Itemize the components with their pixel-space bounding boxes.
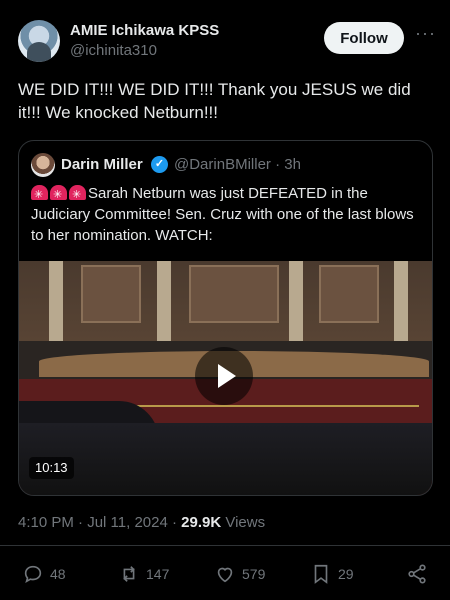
- author-handle[interactable]: @ichinita310: [70, 42, 157, 59]
- more-icon[interactable]: ···: [415, 24, 435, 44]
- reply-icon: [24, 565, 42, 584]
- reply-count: 48: [50, 566, 66, 582]
- tweet-header: AMIE Ichikawa KPSS @ichinita310 Follow ·…: [18, 20, 438, 64]
- video-wall-panel: [319, 265, 379, 323]
- quoted-author-handle: @DarinBMiller · 3h: [174, 156, 301, 173]
- quoted-tweet-text: Sarah Netburn was just DEFEATED in the J…: [31, 183, 421, 246]
- author-avatar[interactable]: [18, 20, 60, 62]
- video-wall-panel: [81, 265, 141, 323]
- like-button[interactable]: 579: [214, 562, 265, 586]
- video-wall-panel: [189, 265, 279, 323]
- views-label: Views: [221, 514, 266, 531]
- like-count: 579: [242, 566, 266, 582]
- quoted-author-name: Darin Miller: [61, 156, 143, 173]
- video-audience: [19, 423, 432, 495]
- views-count: 29.9K: [181, 514, 222, 531]
- verified-badge-icon: ✓: [151, 156, 168, 173]
- quoted-author-avatar: [31, 153, 55, 177]
- bookmark-count: 29: [338, 566, 354, 582]
- repost-count: 147: [146, 566, 170, 582]
- reply-button[interactable]: 48: [22, 562, 66, 586]
- tweet-text: WE DID IT!!! WE DID IT!!! Thank you JESU…: [18, 80, 411, 122]
- follow-button[interactable]: Follow: [324, 22, 404, 54]
- rotating-light-icon: [69, 185, 86, 206]
- repost-icon: [123, 566, 135, 582]
- quoted-tweet-body: Sarah Netburn was just DEFEATED in the J…: [31, 185, 414, 244]
- video-player[interactable]: 10:13: [19, 261, 432, 495]
- author-name[interactable]: AMIE Ichikawa KPSS: [70, 22, 219, 39]
- video-duration: 10:13: [29, 457, 74, 479]
- tweet-timestamp[interactable]: 4:10 PM · Jul 11, 2024 ·: [18, 514, 181, 531]
- heart-icon: [217, 567, 233, 583]
- play-icon[interactable]: [195, 347, 253, 405]
- tweet-meta: 4:10 PM · Jul 11, 2024 · 29.9K Views: [18, 514, 265, 531]
- share-button[interactable]: [406, 562, 434, 586]
- rotating-light-icon: [31, 185, 48, 206]
- rotating-light-icon: [50, 185, 67, 206]
- share-icon: [408, 564, 426, 584]
- action-bar: 48 147 579 29: [22, 562, 432, 586]
- repost-button[interactable]: 147: [118, 562, 169, 586]
- bookmark-button[interactable]: 29: [310, 562, 354, 586]
- divider: [0, 545, 450, 546]
- quoted-tweet[interactable]: Darin Miller ✓ @DarinBMiller · 3h Sarah …: [18, 140, 433, 496]
- bookmark-icon: [314, 564, 328, 584]
